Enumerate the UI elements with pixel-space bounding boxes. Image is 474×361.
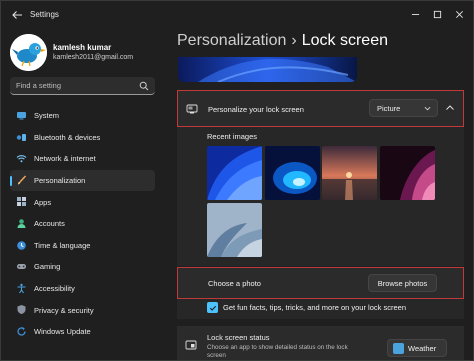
chevron-down-icon	[424, 106, 431, 111]
check-icon	[209, 305, 216, 311]
page-title: Lock screen	[301, 32, 388, 49]
sidebar-item-label: Accessibility	[34, 284, 75, 294]
settings-window: Settings kamlesh kumar kamlesh2011@gmail…	[0, 0, 474, 361]
sidebar-item-time-language[interactable]: Time & language	[10, 235, 155, 257]
pink-ribbon-wallpaper-icon	[380, 146, 435, 200]
status-app-icon	[185, 340, 197, 350]
apps-icon	[17, 197, 26, 207]
sidebar-item-label: Network & internet	[34, 154, 96, 164]
personalize-lock-screen-label: Personalize your lock screen	[208, 105, 304, 114]
weather-icon	[393, 343, 404, 354]
accessibility-icon	[17, 283, 26, 294]
fun-facts-row: Get fun facts, tips, tricks, and more on…	[177, 299, 464, 319]
fun-facts-label: Get fun facts, tips, tricks, and more on…	[223, 303, 406, 312]
lock-screen-preview	[178, 57, 357, 82]
choose-photo-label: Choose a photo	[208, 279, 261, 288]
profile-email: kamlesh2011@gmail.com	[53, 54, 134, 61]
avatar[interactable]	[10, 34, 47, 71]
recent-images-panel: Recent images	[177, 127, 464, 266]
dropdown-value: Picture	[377, 104, 401, 113]
wallpaper-preview-image	[178, 57, 357, 82]
sidebar-item-windows-update[interactable]: Windows Update	[10, 321, 155, 343]
bluetooth-icon	[16, 133, 26, 141]
recent-image-2[interactable]	[265, 146, 320, 200]
browse-photos-button[interactable]: Browse photos	[368, 274, 437, 292]
blue-bloom-wallpaper-icon	[207, 146, 262, 200]
search-box[interactable]	[10, 77, 155, 95]
sidebar-item-apps[interactable]: Apps	[10, 191, 155, 213]
lock-screen-background-dropdown[interactable]: Picture	[369, 99, 438, 117]
sidebar-item-privacy-security[interactable]: Privacy & security	[10, 299, 155, 321]
breadcrumb-separator: ›	[291, 32, 297, 49]
sidebar-item-label: Personalization	[34, 176, 86, 186]
maximize-icon	[433, 10, 441, 18]
sidebar-item-label: Windows Update	[34, 327, 91, 337]
search-icon	[139, 81, 149, 91]
sidebar-item-accessibility[interactable]: Accessibility	[10, 278, 155, 300]
sidebar-item-label: Gaming	[34, 262, 61, 272]
lock-screen-status-title: Lock screen status	[207, 333, 270, 342]
close-button[interactable]	[448, 5, 470, 23]
dropdown-value: Weather	[408, 344, 437, 353]
breadcrumb-parent[interactable]: Personalization	[177, 32, 286, 49]
update-icon	[17, 326, 26, 336]
wifi-icon	[16, 155, 27, 163]
lock-screen-status-dropdown[interactable]: Weather	[387, 339, 447, 357]
breadcrumb: Personalization › Lock screen	[177, 32, 388, 50]
bird-avatar-icon	[10, 34, 47, 71]
glow-orb-wallpaper-icon	[265, 146, 320, 200]
maximize-button[interactable]	[426, 5, 448, 23]
minimize-button[interactable]	[404, 5, 426, 23]
chevron-up-icon[interactable]	[443, 101, 457, 115]
globe-clock-icon	[17, 240, 26, 250]
sunset-lake-wallpaper-icon	[322, 146, 377, 200]
sidebar-item-label: Bluetooth & devices	[34, 132, 101, 142]
brush-icon	[18, 175, 27, 185]
sidebar-item-bluetooth[interactable]: Bluetooth & devices	[10, 127, 155, 149]
lock-screen-status-row: Lock screen status Choose an app to show…	[177, 326, 464, 360]
monitor-icon	[186, 104, 198, 114]
profile-name: kamlesh kumar	[53, 43, 112, 52]
recent-image-3[interactable]	[322, 146, 377, 200]
back-arrow-icon[interactable]	[10, 8, 24, 22]
system-icon	[17, 112, 26, 120]
sidebar-item-personalization[interactable]: Personalization	[10, 169, 155, 192]
close-icon	[455, 10, 463, 18]
sidebar-item-label: Privacy & security	[34, 305, 94, 315]
sidebar-nav: System Bluetooth & devices Network & int…	[10, 105, 155, 343]
person-icon	[17, 219, 26, 228]
recent-image-1[interactable]	[207, 146, 262, 200]
light-bloom-wallpaper-icon	[207, 203, 262, 257]
choose-photo-row: Choose a photo Browse photos	[177, 267, 464, 299]
sidebar-item-accounts[interactable]: Accounts	[10, 213, 155, 235]
recent-images-label: Recent images	[207, 132, 258, 141]
sidebar-item-gaming[interactable]: Gaming	[10, 256, 155, 278]
minimize-icon	[411, 13, 419, 15]
shield-icon	[17, 305, 26, 315]
sidebar-item-label: Accounts	[34, 219, 65, 229]
title-bar: Settings	[1, 1, 473, 29]
personalize-lock-screen-row: Personalize your lock screen Picture	[177, 90, 464, 127]
lock-screen-status-description: Choose an app to show detailed status on…	[207, 344, 348, 359]
recent-image-5[interactable]	[207, 203, 262, 257]
search-input[interactable]	[16, 81, 134, 90]
sidebar-item-label: Time & language	[34, 240, 91, 250]
fun-facts-checkbox[interactable]	[207, 302, 218, 313]
gamepad-icon	[17, 264, 26, 270]
sidebar-item-system[interactable]: System	[10, 105, 155, 127]
recent-image-4[interactable]	[380, 146, 435, 200]
app-title: Settings	[30, 10, 59, 19]
sidebar-item-label: Apps	[34, 197, 52, 207]
sidebar-item-label: System	[34, 111, 60, 121]
sidebar-item-network[interactable]: Network & internet	[10, 148, 155, 170]
